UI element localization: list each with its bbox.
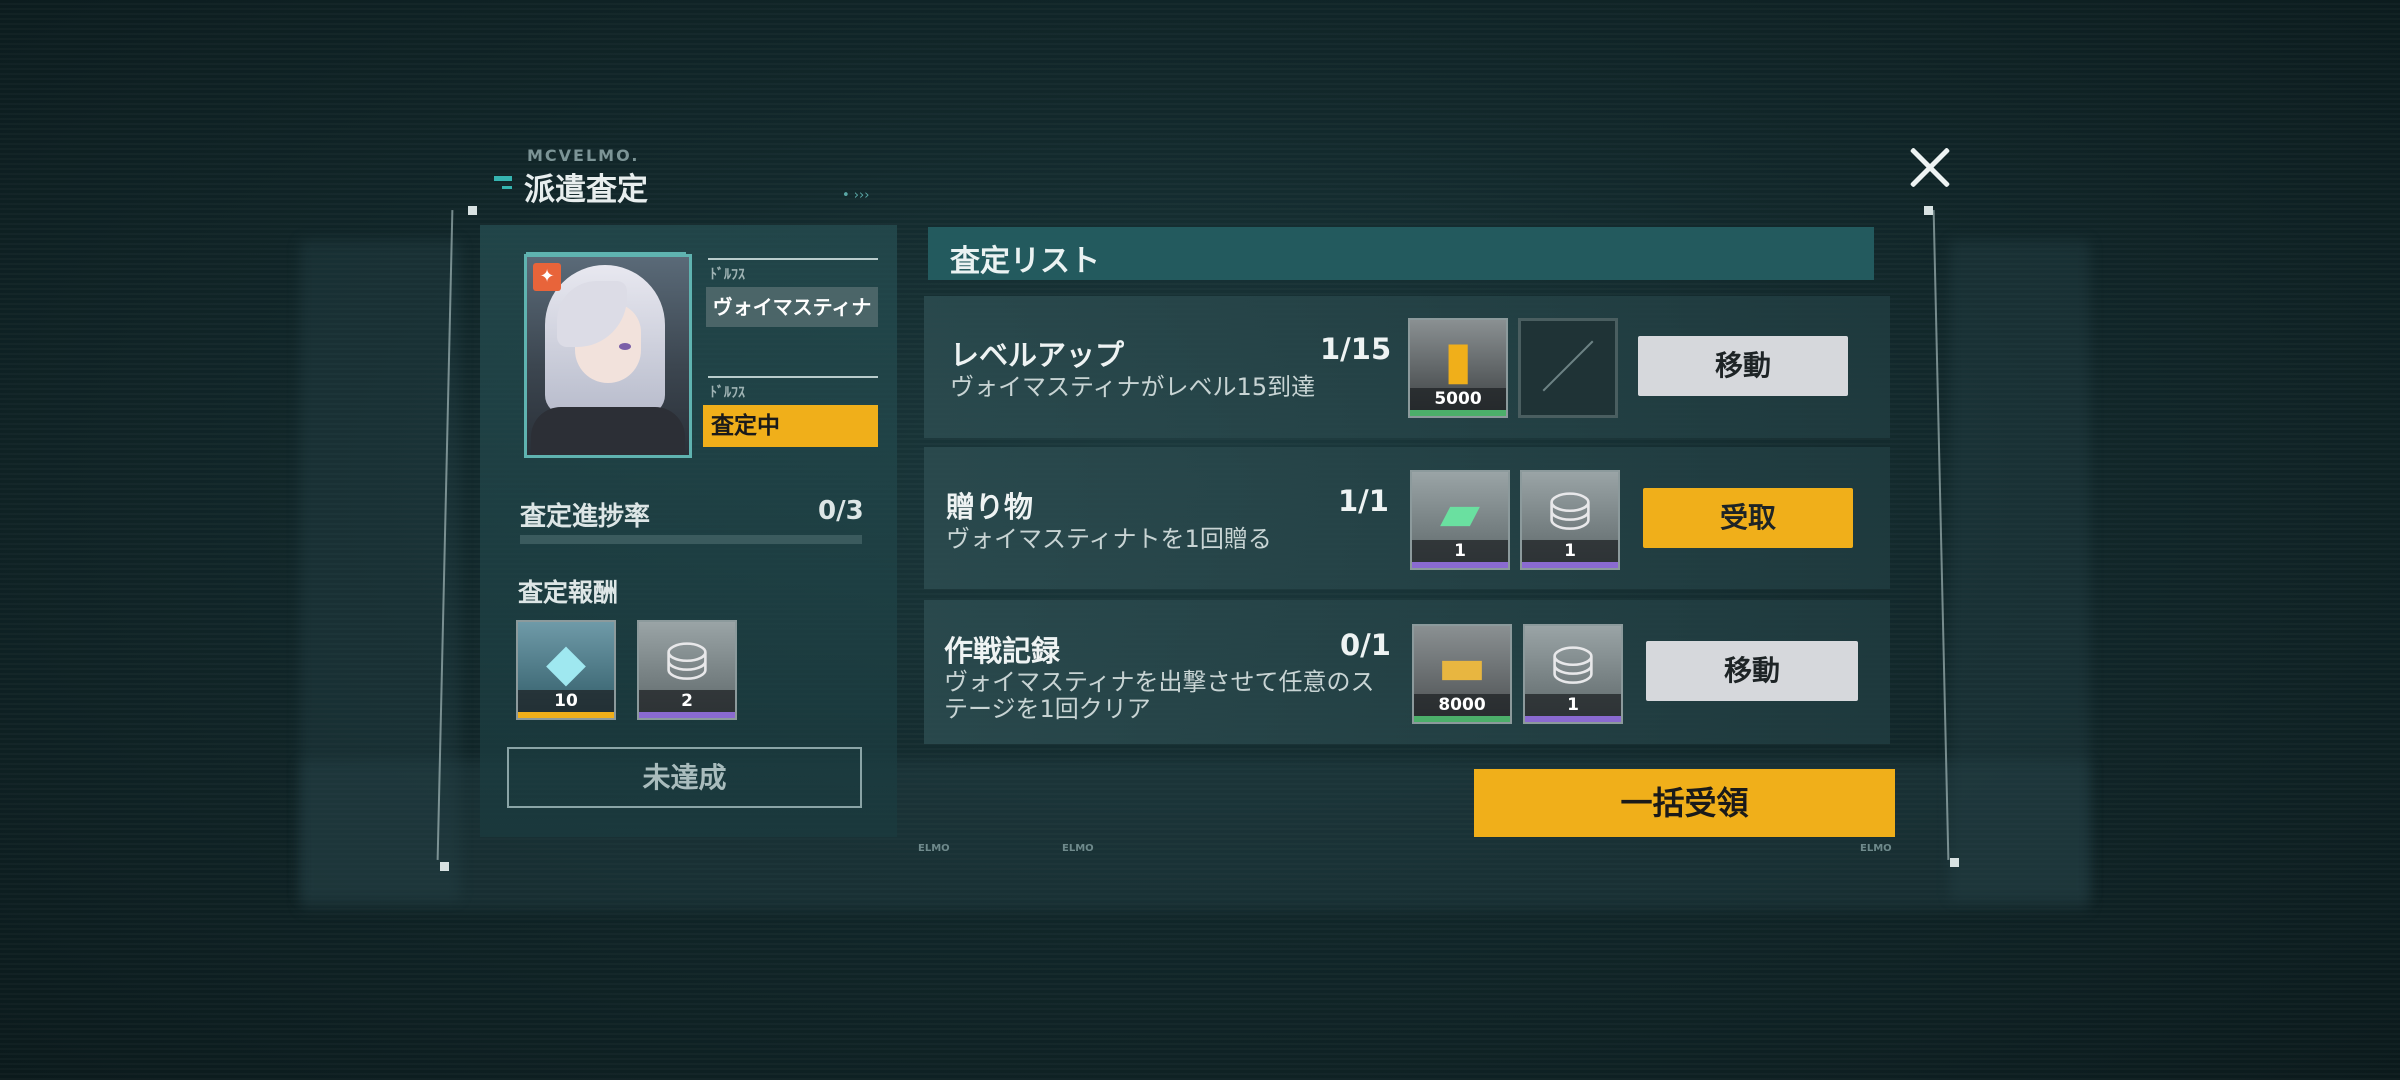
- rarity-bar: [1525, 716, 1621, 722]
- progress-label: 査定進捗率: [520, 502, 651, 532]
- footer-tag: ELMO: [918, 843, 950, 854]
- reward-item[interactable]: ◆ 10: [516, 620, 616, 720]
- reward-label: 査定報酬: [518, 578, 619, 607]
- title-accent: [494, 176, 512, 181]
- claim-all-button[interactable]: 一括受領: [1474, 769, 1895, 837]
- move-button[interactable]: 移動: [1638, 336, 1848, 396]
- name-label: ﾄﾞﾙﾌｽ: [710, 267, 745, 283]
- task-desc-line2: テージを1回クリア: [944, 695, 1151, 723]
- task-desc-line1: ヴォイマスティナを出撃させて任意のス: [944, 668, 1375, 696]
- reward-item[interactable]: ⛁ 1: [1523, 624, 1623, 724]
- frame-corner: [468, 206, 477, 215]
- gold-bar-icon: ▬: [1437, 637, 1487, 697]
- divider: [708, 376, 878, 378]
- rarity-bar: [1412, 562, 1508, 568]
- rank-badge-icon: ✦: [533, 263, 561, 291]
- item-count: 5000: [1410, 388, 1506, 410]
- empty-slot: [1518, 318, 1618, 418]
- frame-corner: [440, 862, 449, 871]
- task-title: 贈り物: [946, 490, 1034, 524]
- task-progress: 1/1: [1338, 484, 1389, 518]
- close-icon[interactable]: [1900, 138, 1960, 198]
- rarity-bar: [639, 712, 735, 718]
- progress-bar: [520, 535, 862, 544]
- item-count: 1: [1412, 540, 1508, 562]
- reward-item[interactable]: ▰ 1: [1410, 470, 1510, 570]
- rarity-bar: [1410, 410, 1506, 416]
- task-progress: 1/15: [1320, 332, 1392, 366]
- reward-item[interactable]: ⛁ 2: [637, 620, 737, 720]
- title-accent: [502, 186, 512, 189]
- move-button[interactable]: 移動: [1646, 641, 1858, 701]
- rarity-bar: [1522, 562, 1618, 568]
- battery-pack-icon: ⛁: [1551, 637, 1595, 697]
- status-badge: 査定中: [703, 405, 878, 447]
- item-count: 1: [1522, 540, 1618, 562]
- status-label: ﾄﾞﾙﾌｽ: [710, 385, 745, 401]
- claim-button[interactable]: 受取: [1643, 488, 1853, 548]
- reward-item[interactable]: ⛁ 1: [1520, 470, 1620, 570]
- task-title: 作戦記録: [944, 634, 1061, 668]
- task-desc: ヴォイマスティナトを1回贈る: [946, 525, 1272, 553]
- item-count: 8000: [1414, 694, 1510, 716]
- task-desc: ヴォイマスティナがレベル15到達: [950, 373, 1316, 401]
- progress-count: 0/3: [818, 496, 864, 526]
- rarity-bar: [518, 712, 614, 718]
- character-portrait: ✦: [524, 254, 692, 458]
- footer-tag: ELMO: [1062, 843, 1094, 854]
- chevrons-icon: • ›››: [842, 188, 870, 203]
- crystal-icon: ◆: [546, 633, 586, 693]
- dialog-title: 派遣査定: [524, 172, 648, 208]
- reward-item[interactable]: ▬ 8000: [1412, 624, 1512, 724]
- item-count: 2: [639, 690, 735, 712]
- reward-item[interactable]: ▮ 5000: [1408, 318, 1508, 418]
- brand-label: MCVELMO.: [527, 146, 640, 165]
- item-count: 1: [1525, 694, 1621, 716]
- frame-corner: [1950, 858, 1959, 867]
- battery-pack-icon: ⛁: [1548, 483, 1592, 543]
- character-name: ヴォイマスティナ: [706, 287, 878, 327]
- battery-pack-icon: ⛁: [665, 633, 709, 693]
- rarity-bar: [1414, 716, 1510, 722]
- supply-case-icon: ▮: [1443, 331, 1473, 391]
- task-title: レベルアップ: [950, 338, 1125, 372]
- unachieved-button[interactable]: 未達成: [507, 747, 862, 808]
- frame-corner: [1924, 206, 1933, 215]
- item-count: 10: [518, 690, 614, 712]
- divider: [708, 258, 878, 260]
- data-chip-icon: ▰: [1440, 483, 1480, 543]
- list-title: 査定リスト: [950, 244, 1100, 279]
- footer-tag: ELMO: [1860, 843, 1892, 854]
- task-progress: 0/1: [1340, 628, 1391, 662]
